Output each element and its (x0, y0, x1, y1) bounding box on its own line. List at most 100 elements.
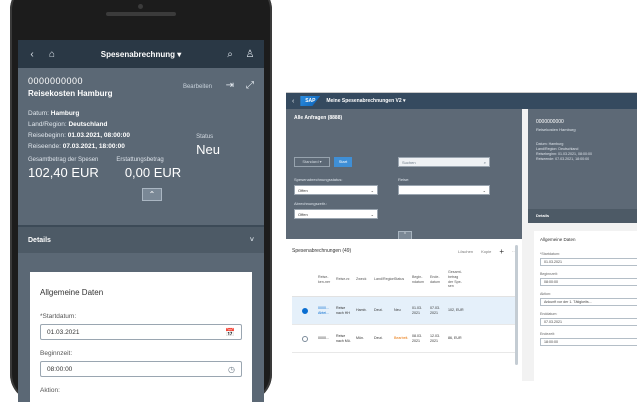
shell-bar: ‹ SAP Meine Spesenabrechnungen V2 ▾ (286, 93, 637, 109)
search-icon[interactable]: ⌕ (484, 160, 486, 165)
detail-header: 0000000000 Reisekosten Hamburg Datum: Ha… (528, 109, 637, 209)
user-icon[interactable]: ♙ (244, 49, 256, 60)
desktop-screen: ‹ SAP Meine Spesenabrechnungen V2 ▾ Alle… (286, 92, 637, 381)
table-toolbar: Spesenabrechnungen (49) Löschen Kopie + … (292, 239, 516, 263)
column-header[interactable]: Gesamt-betrag der Spe-sen (448, 270, 464, 288)
expense-table: Spesenabrechnungen (49) Löschen Kopie + … (286, 239, 522, 381)
mobile-topbar: ‹ ⌂ Spesenabrechnung ▾ ⌕ ♙ (18, 40, 264, 68)
column-header[interactable]: Begin-ndatum (412, 275, 426, 284)
filter-bar: Standard ▾ Start (294, 157, 352, 167)
desktop-app-title[interactable]: Meine Spesenabrechnungen V2 ▾ (326, 98, 405, 104)
back-button[interactable]: ‹ (292, 98, 294, 105)
start-time-label: Beginnzeit: (40, 350, 73, 357)
header-attributes: Datum: Hamburg Land/Region: Deutschland … (28, 110, 130, 150)
action-label: Aktion: (40, 387, 60, 394)
variant-title[interactable]: Alle Anfragen (8888) (294, 115, 514, 121)
scrollbar[interactable] (515, 245, 518, 365)
master-list-pane: Alle Anfragen (8888) Standard ▾ Start Su… (286, 109, 522, 381)
total-amount-label: Gesamtbetrag der Spesen (28, 157, 99, 163)
calendar-icon[interactable]: 📅 (225, 328, 235, 337)
phone-sensor (138, 4, 143, 9)
start-time-field[interactable]: 08:00:00 (540, 278, 637, 286)
end-time-field[interactable]: 18:00:00 (540, 338, 637, 346)
refund-amount-label: Erstattungsbetrag (116, 157, 164, 163)
home-icon[interactable]: ⌂ (46, 49, 58, 60)
total-amount: 102,40 EUR (28, 165, 99, 180)
detail-number: 0000000000 (536, 119, 564, 125)
expense-subtitle: Reisekosten Hamburg (28, 89, 113, 98)
search-icon[interactable]: ⌕ (224, 49, 236, 60)
amount-labels: Gesamtbetrag der Spesen Erstattungsbetra… (28, 157, 254, 163)
column-header[interactable]: Zweck (356, 277, 370, 282)
dropdown-icon[interactable]: ⌄ (483, 188, 486, 193)
details-section-title: Details (28, 236, 51, 244)
column-header[interactable]: Status (394, 277, 408, 282)
fullscreen-icon[interactable]: ⤢ (246, 80, 254, 91)
back-icon[interactable]: ‹ (26, 49, 38, 60)
status-filter[interactable]: Offen ⌄ (294, 185, 378, 195)
detail-card-title: Allgemeine Daten (540, 237, 576, 242)
action-field[interactable]: Ankunft vor der 1. Tätigkeits... (540, 298, 637, 306)
end-date-field[interactable]: 07.03.2021 (540, 318, 637, 326)
chevron-down-icon[interactable]: ˅ (250, 237, 254, 244)
column-header[interactable]: Land/Region (374, 277, 394, 282)
column-header[interactable]: Reise-ken-ner (318, 275, 332, 284)
status-filter-label: Spesenabrechnungsstatus: (294, 177, 343, 182)
field-label: *Startdatum: (540, 252, 560, 256)
row-select-radio[interactable] (302, 335, 308, 342)
period-filter[interactable]: Offen ⌄ (294, 209, 378, 219)
header-actions: ⇥ ⤢ (226, 80, 254, 91)
mobile-object-header: 0000000000 Reisekosten Hamburg Bearbeite… (18, 68, 264, 225)
edit-button[interactable]: Bearbeiten (183, 84, 212, 90)
details-section-header[interactable]: Details ˅ (18, 227, 264, 253)
table-title: Spesenabrechnungen (49) (292, 248, 352, 254)
sap-logo[interactable]: SAP (300, 96, 321, 106)
filter-header: Alle Anfragen (8888) Standard ▾ Start Su… (286, 109, 522, 240)
go-button[interactable]: Start (334, 157, 352, 167)
trip-filter[interactable]: ⌄ (398, 185, 490, 195)
start-date-field[interactable]: 01.03.2021 (540, 258, 637, 266)
delete-button[interactable]: Löschen (458, 249, 473, 254)
status-value: Neu (196, 142, 220, 157)
column-header[interactable]: Ende-datum (430, 275, 444, 284)
expense-number: 0000000000 (28, 76, 84, 86)
dropdown-icon[interactable]: ⌄ (371, 212, 374, 217)
table-row[interactable]: 0000... Reise nach Mü. Mün. Deut. Bearbe… (292, 325, 516, 353)
field-label: Aktion: (540, 292, 551, 296)
detail-attributes: Datum: Hamburg Land/Region: Deutschland … (536, 142, 592, 161)
clock-icon[interactable]: ◷ (228, 365, 235, 374)
detail-section-header[interactable]: Details (528, 209, 637, 223)
status-label: Status (196, 134, 214, 140)
field-label: Endezeit: (540, 332, 555, 336)
row-select-radio[interactable] (302, 307, 308, 314)
add-icon[interactable]: + (499, 247, 504, 256)
field-label: Enddatum: (540, 312, 558, 316)
phone-device: ‹ ⌂ Spesenabrechnung ▾ ⌕ ♙ 0000000000 Re… (10, 0, 272, 402)
copy-button[interactable]: Kopie (481, 249, 491, 254)
mobile-app-title[interactable]: Spesenabrechnung ▾ (66, 50, 216, 59)
refund-amount: 0,00 EUR (124, 165, 182, 180)
start-date-field[interactable]: 01.03.2021 📅 (40, 324, 242, 340)
table-tools: Löschen Kopie + ··· (458, 247, 516, 256)
period-filter-label: Abrechnungszeitr.: (294, 201, 328, 206)
share-icon[interactable]: ⇥ (226, 80, 234, 91)
phone-speaker (106, 12, 176, 16)
field-label: Beginnzeit: (540, 272, 558, 276)
collapse-header-button[interactable]: ⌃ (142, 188, 162, 201)
detail-pane: 0000000000 Reisekosten Hamburg Datum: Ha… (528, 109, 637, 381)
trip-filter-label: Reise: (398, 177, 410, 182)
detail-subtitle: Reisekosten Hamburg (536, 127, 576, 132)
dropdown-icon[interactable]: ⌄ (371, 188, 374, 193)
table-row[interactable]: 0000... Abtei... Reise nach HH Hamb. Deu… (292, 297, 516, 325)
variant-select[interactable]: Standard ▾ (294, 157, 330, 167)
start-date-label: *Startdatum: (40, 313, 77, 320)
card-title: Allgemeine Daten (40, 288, 104, 297)
phone-screen: ‹ ⌂ Spesenabrechnung ▾ ⌕ ♙ 0000000000 Re… (18, 40, 264, 402)
detail-general-card: Allgemeine Daten *Startdatum: 01.03.2021… (534, 231, 637, 381)
start-time-field[interactable]: 08:00:00 ◷ (40, 361, 242, 377)
table-header-row: Reise-ken-ner Reise-nr. Zweck Land/Regio… (292, 263, 516, 297)
search-input[interactable]: Suchen ⌕ (398, 157, 490, 167)
column-header[interactable]: Reise-nr. (336, 277, 352, 282)
status-block: Status Neu (196, 134, 220, 157)
general-data-card: Allgemeine Daten *Startdatum: 01.03.2021… (30, 272, 252, 402)
